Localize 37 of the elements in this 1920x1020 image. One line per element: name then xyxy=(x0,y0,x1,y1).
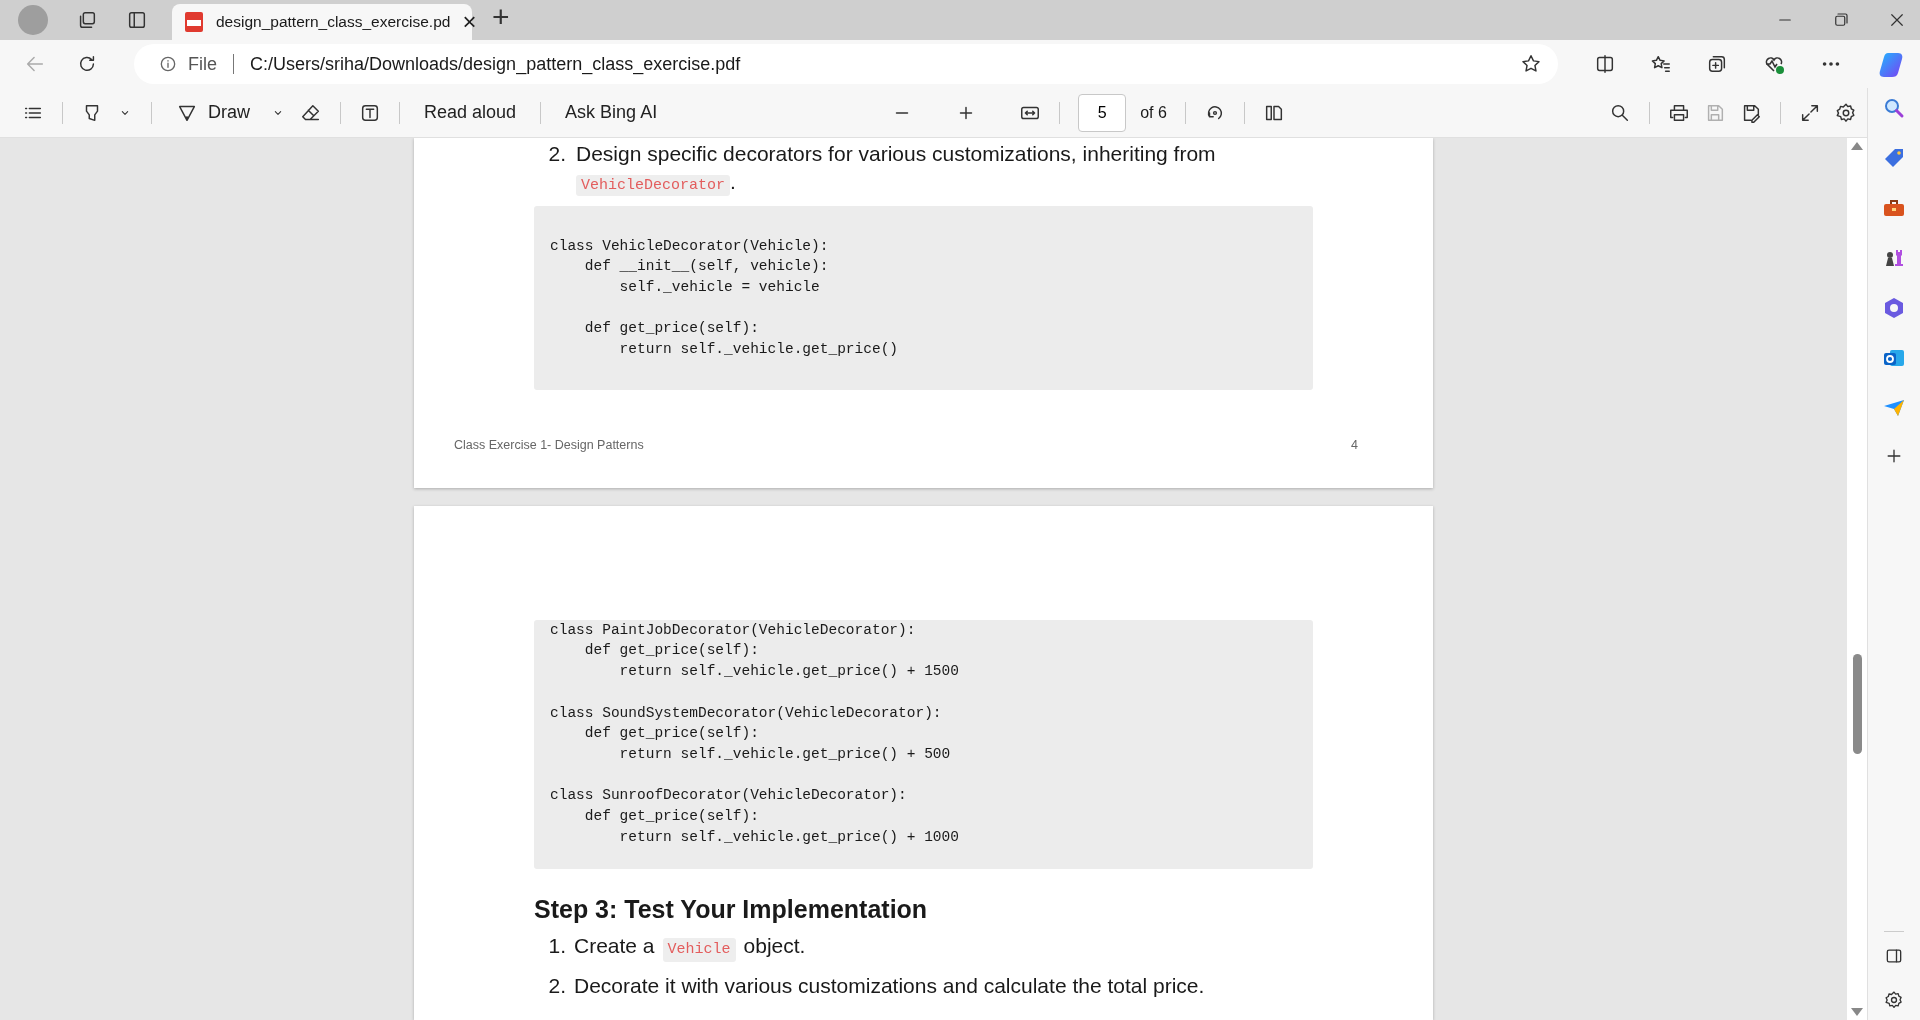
ask-bing-ai-button[interactable]: Ask Bing AI xyxy=(559,98,664,127)
list-number: 2. xyxy=(547,972,566,999)
file-label: File xyxy=(188,53,217,75)
period-text: . xyxy=(730,169,736,193)
code-block: class VehicleDecorator(Vehicle): def __init__(self, vehicle): self._vehicle = vehicle def get_price(self): return self._vehicle.get_price() xyxy=(534,205,1313,390)
draw-button[interactable]: Draw xyxy=(170,97,256,128)
url-text: C:/Users/sriha/Downloads/design_pattern_class_exercise.pdf xyxy=(250,53,742,75)
list-item-text: object. xyxy=(743,933,806,960)
settings-icon[interactable] xyxy=(1835,101,1857,124)
scrollbar-thumb[interactable] xyxy=(1852,654,1862,754)
page-number-field[interactable]: 5 xyxy=(1078,93,1127,132)
close-icon[interactable] xyxy=(1888,11,1906,29)
settings-icon[interactable] xyxy=(1884,990,1904,1010)
list-number: 2. xyxy=(547,141,566,167)
inline-code: Vehicle xyxy=(662,938,736,962)
restore-icon[interactable] xyxy=(1832,11,1850,29)
star-icon[interactable] xyxy=(1520,53,1542,75)
list-number: 1. xyxy=(547,933,566,960)
page-footer-title: Class Exercise 1- Design Patterns xyxy=(454,437,644,452)
page-count: of 6 xyxy=(1140,103,1167,122)
collections-icon[interactable] xyxy=(1706,53,1728,75)
address-bar[interactable]: File C:/Users/sriha/Downloads/design_pattern_class_exercise.pdf xyxy=(134,44,1558,84)
code-block: class PaintJobDecorator(VehicleDecorator): def get_price(self): return self._vehicle.get_price() + 1500 class SoundSystemDecorator(VehicleDecorator): def get_price(self): return self._vehicle.get_price() + 500 class SunroofDecorator(VehicleDecorator): def get_price(self): return self._vehicle.get_price() + 1000 xyxy=(534,619,1313,870)
pdf-file-icon xyxy=(184,11,204,33)
list-item-text: Design specific decorators for various customizations, inheriting from xyxy=(576,141,1216,167)
inline-code: VehicleDecorator xyxy=(576,174,731,196)
list-item-text: Decorate it with various customizations and calculate the total price. xyxy=(574,972,1205,999)
page-footer-number: 4 xyxy=(1351,437,1358,452)
info-icon[interactable] xyxy=(158,54,178,74)
tab-actions-icon[interactable] xyxy=(126,9,148,31)
read-aloud-button[interactable]: Read aloud xyxy=(418,98,523,127)
new-tab-button[interactable]: + xyxy=(492,0,510,34)
split-screen-icon[interactable] xyxy=(1594,53,1616,75)
favorites-icon[interactable] xyxy=(1650,53,1672,75)
office-logo-icon[interactable] xyxy=(1882,296,1906,320)
section-heading: Step 3: Test Your Implementation xyxy=(534,895,929,925)
list-item-text: Create a xyxy=(574,933,655,960)
